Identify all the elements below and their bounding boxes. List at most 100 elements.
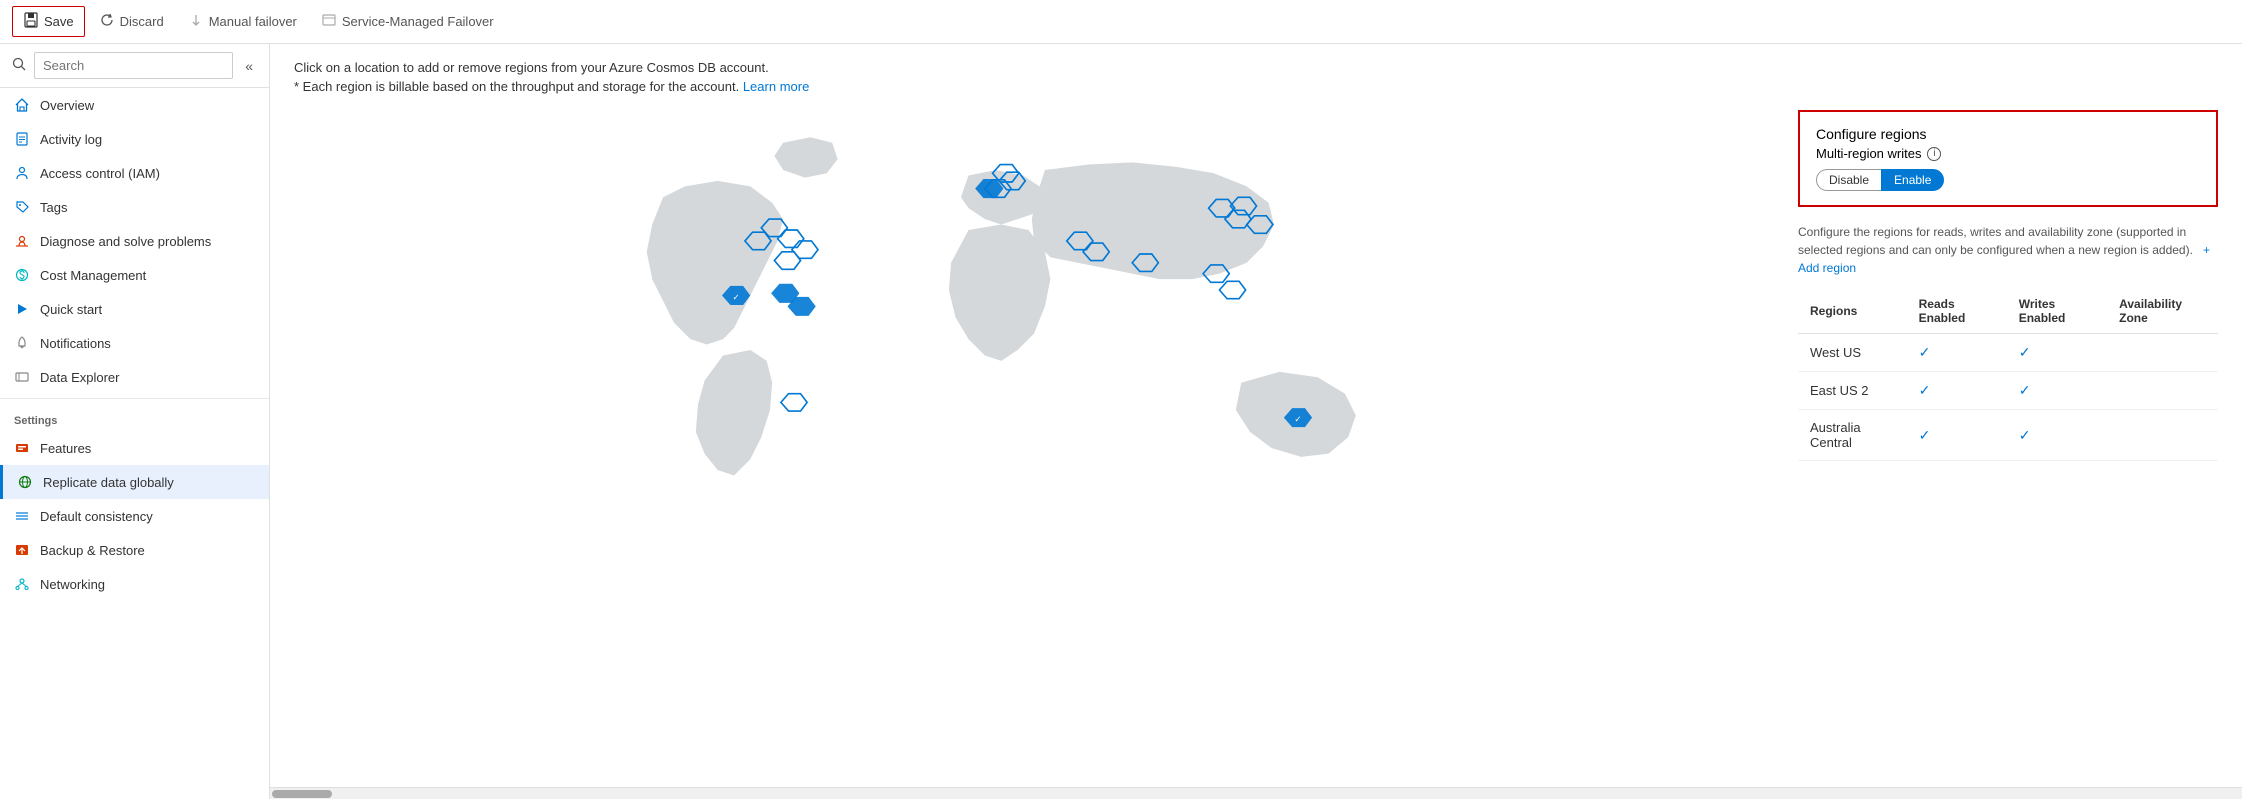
availability-zone [2107, 410, 2218, 461]
check-icon: ✓ [2019, 382, 2031, 398]
discard-label: Discard [120, 14, 164, 29]
manual-failover-label: Manual failover [209, 14, 297, 29]
configure-regions-box: Configure regions Multi-region writes i … [1798, 110, 2218, 207]
sidebar-item-notifications[interactable]: Notifications [0, 326, 269, 360]
sidebar-item-data-explorer[interactable]: Data Explorer [0, 360, 269, 394]
sidebar-item-features[interactable]: Features [0, 431, 269, 465]
table-row: West US ✓ ✓ [1798, 334, 2218, 372]
check-icon: ✓ [1919, 427, 1931, 443]
col-header-availability: Availability Zone [2107, 289, 2218, 334]
sidebar-item-replicate-data[interactable]: Replicate data globally [0, 465, 269, 499]
scrollbar-thumb[interactable] [272, 790, 332, 798]
availability-zone [2107, 334, 2218, 372]
cost-icon [14, 267, 30, 283]
sidebar-item-label: Notifications [40, 336, 111, 351]
search-input[interactable] [34, 52, 233, 79]
manual-failover-icon [188, 12, 204, 31]
disable-button[interactable]: Disable [1816, 169, 1881, 191]
col-header-reads: Reads Enabled [1907, 289, 2007, 334]
log-icon [14, 131, 30, 147]
replicate-icon [17, 474, 33, 490]
world-map[interactable]: ✓ [294, 110, 1774, 593]
table-row: Australia Central ✓ ✓ [1798, 410, 2218, 461]
sidebar-item-label: Tags [40, 200, 67, 215]
sidebar-item-label: Default consistency [40, 509, 153, 524]
config-description: Configure the regions for reads, writes … [1798, 223, 2218, 277]
sidebar-search-area: « [0, 44, 269, 88]
check-icon: ✓ [2019, 344, 2031, 360]
configure-title: Configure regions [1816, 126, 2200, 142]
check-icon: ✓ [2019, 427, 2031, 443]
home-icon [14, 97, 30, 113]
main-info-text: Click on a location to add or remove reg… [294, 60, 2218, 75]
service-managed-failover-button[interactable]: Service-Managed Failover [311, 7, 504, 36]
content-body: ✓ [294, 110, 2218, 593]
sidebar-item-access-control[interactable]: Access control (IAM) [0, 156, 269, 190]
settings-section-label: Settings [0, 403, 269, 431]
discard-button[interactable]: Discard [89, 7, 174, 36]
sidebar-item-backup-restore[interactable]: Backup & Restore [0, 533, 269, 567]
network-icon [14, 576, 30, 592]
writes-enabled: ✓ [2007, 372, 2107, 410]
enable-button[interactable]: Enable [1881, 169, 1944, 191]
sidebar: « Overview Activity log [0, 44, 270, 799]
sidebar-item-label: Activity log [40, 132, 102, 147]
reads-enabled: ✓ [1907, 372, 2007, 410]
reads-enabled: ✓ [1907, 334, 2007, 372]
reads-enabled: ✓ [1907, 410, 2007, 461]
quickstart-icon [14, 301, 30, 317]
content-area: Click on a location to add or remove reg… [270, 44, 2242, 799]
toggle-group: Disable Enable [1816, 169, 2200, 191]
horizontal-scrollbar[interactable] [270, 787, 2242, 799]
right-panel: Configure regions Multi-region writes i … [1798, 110, 2218, 593]
sidebar-item-label: Diagnose and solve problems [40, 234, 211, 249]
manual-failover-button[interactable]: Manual failover [178, 7, 307, 36]
sidebar-item-networking[interactable]: Networking [0, 567, 269, 601]
sidebar-item-label: Quick start [40, 302, 102, 317]
sidebar-item-label: Data Explorer [40, 370, 119, 385]
toolbar: Save Discard Manual failover Service-Man… [0, 0, 2242, 44]
check-icon: ✓ [1919, 382, 1931, 398]
table-row: East US 2 ✓ ✓ [1798, 372, 2218, 410]
sidebar-item-activity-log[interactable]: Activity log [0, 122, 269, 156]
col-header-regions: Regions [1798, 289, 1907, 334]
sub-info-text: * Each region is billable based on the t… [294, 79, 2218, 94]
service-managed-failover-icon [321, 12, 337, 31]
backup-icon [14, 542, 30, 558]
sidebar-item-tags[interactable]: Tags [0, 190, 269, 224]
sidebar-item-cost-management[interactable]: Cost Management [0, 258, 269, 292]
features-icon [14, 440, 30, 456]
sidebar-item-label: Networking [40, 577, 105, 592]
tag-icon [14, 199, 30, 215]
sidebar-item-default-consistency[interactable]: Default consistency [0, 499, 269, 533]
check-icon: ✓ [1919, 344, 1931, 360]
sidebar-item-diagnose[interactable]: Diagnose and solve problems [0, 224, 269, 258]
sidebar-item-label: Overview [40, 98, 94, 113]
sidebar-item-overview[interactable]: Overview [0, 88, 269, 122]
discard-icon [99, 12, 115, 31]
multi-region-label: Multi-region writes [1816, 146, 1921, 161]
explorer-icon [14, 369, 30, 385]
sidebar-item-label: Features [40, 441, 91, 456]
notif-icon [14, 335, 30, 351]
multi-region-row: Multi-region writes i [1816, 146, 2200, 161]
iam-icon [14, 165, 30, 181]
regions-table: Regions Reads Enabled Writes Enabled Ava… [1798, 289, 2218, 461]
service-managed-failover-label: Service-Managed Failover [342, 14, 494, 29]
svg-text:✓: ✓ [1294, 414, 1301, 424]
consistency-icon [14, 508, 30, 524]
col-header-writes: Writes Enabled [2007, 289, 2107, 334]
region-name: Australia Central [1798, 410, 1907, 461]
info-icon[interactable]: i [1927, 147, 1941, 161]
sidebar-item-quick-start[interactable]: Quick start [0, 292, 269, 326]
region-name: East US 2 [1798, 372, 1907, 410]
availability-zone [2107, 372, 2218, 410]
save-label: Save [44, 14, 74, 29]
save-icon [23, 12, 39, 31]
diagnose-icon [14, 233, 30, 249]
collapse-sidebar-button[interactable]: « [241, 54, 257, 78]
sidebar-item-label: Access control (IAM) [40, 166, 160, 181]
learn-more-link[interactable]: Learn more [743, 79, 809, 94]
save-button[interactable]: Save [12, 6, 85, 37]
sidebar-item-label: Replicate data globally [43, 475, 174, 490]
